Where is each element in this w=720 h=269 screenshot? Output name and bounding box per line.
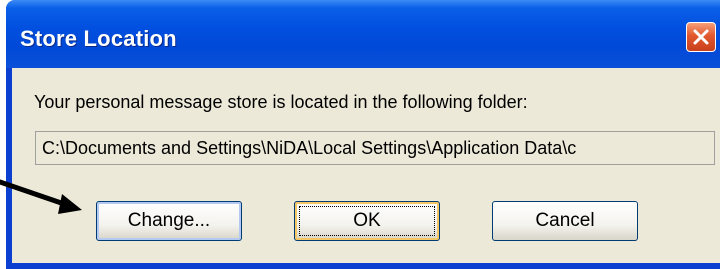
dialog-title: Store Location bbox=[20, 26, 177, 51]
folder-path-text: C:\Documents and Settings\NiDA\Local Set… bbox=[42, 138, 577, 158]
dialog-body: Your personal message store is located i… bbox=[12, 68, 720, 263]
message-text: Your personal message store is located i… bbox=[34, 92, 528, 112]
focus-rectangle bbox=[299, 206, 435, 236]
arrow-right-icon bbox=[0, 179, 82, 214]
close-button[interactable] bbox=[686, 22, 716, 52]
cancel-button[interactable]: Cancel bbox=[492, 201, 638, 241]
cancel-button-label: Cancel bbox=[535, 210, 595, 231]
change-button[interactable]: Change... bbox=[96, 201, 242, 241]
folder-path-field[interactable]: C:\Documents and Settings\NiDA\Local Set… bbox=[35, 131, 715, 165]
store-location-dialog: Store Location Your personal message sto… bbox=[6, 0, 720, 269]
folder-description: Your personal message store is located i… bbox=[34, 92, 528, 113]
title-bar[interactable]: Store Location bbox=[6, 0, 720, 68]
change-button-label: Change... bbox=[127, 210, 211, 231]
ok-button[interactable]: OK bbox=[294, 201, 440, 241]
close-icon bbox=[693, 29, 709, 45]
